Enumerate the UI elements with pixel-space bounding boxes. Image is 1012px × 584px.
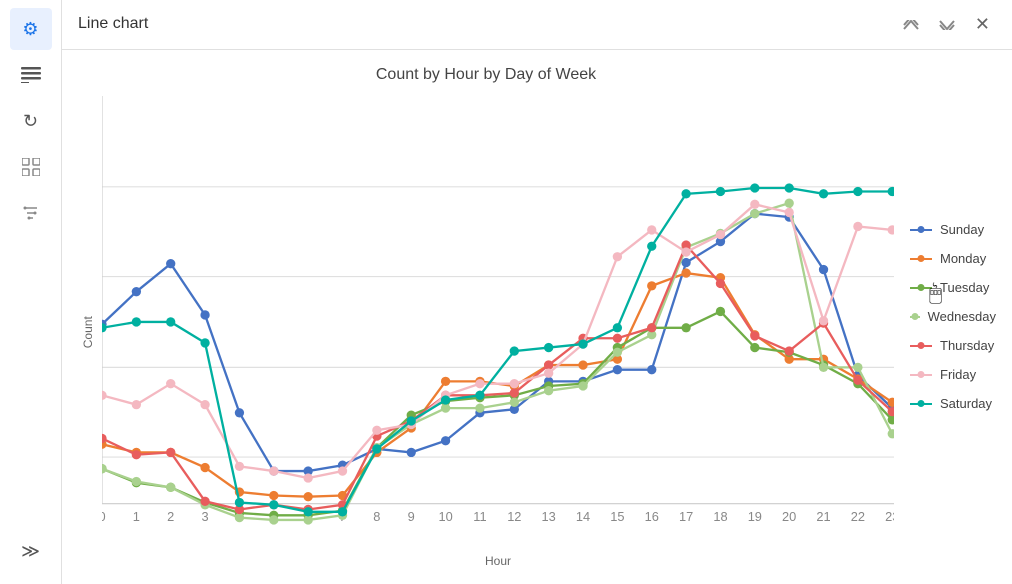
legend-item-sunday: Sunday <box>910 222 996 237</box>
sidebar-icon-list[interactable] <box>10 54 52 96</box>
header-btn-close[interactable]: ✕ <box>969 10 996 39</box>
svg-text:8: 8 <box>373 509 380 524</box>
chart-area: Count by Hour by Day of Week Count 500 <box>62 50 1012 584</box>
line-thursday <box>102 245 892 509</box>
svg-text:16: 16 <box>645 509 659 524</box>
svg-text:1: 1 <box>133 509 140 524</box>
sidebar-icon-filter[interactable] <box>10 192 52 234</box>
svg-text:10: 10 <box>438 509 452 524</box>
legend-item-thursday: Thursday <box>910 338 996 353</box>
legend-item-friday: Friday <box>910 367 996 382</box>
svg-text:2: 2 <box>167 509 174 524</box>
sidebar-icon-grid[interactable] <box>10 146 52 188</box>
chart-inner: 500 1,000 1,500 2,000 0 1 2 3 <box>102 96 894 568</box>
svg-text:14: 14 <box>576 509 590 524</box>
svg-text:9: 9 <box>408 509 415 524</box>
legend-label-tuesday: Tuesday <box>940 280 989 295</box>
sidebar-icon-settings[interactable]: ⚙ <box>10 8 52 50</box>
legend-label-friday: Friday <box>940 367 976 382</box>
legend-label-sunday: Sunday <box>940 222 984 237</box>
sidebar-icon-refresh[interactable]: ↻ <box>10 100 52 142</box>
svg-text:11: 11 <box>473 509 486 524</box>
svg-text:12: 12 <box>507 509 521 524</box>
legend-label-wednesday: Wednesday <box>928 309 996 324</box>
legend-item-saturday: Saturday <box>910 396 996 411</box>
svg-text:15: 15 <box>610 509 624 524</box>
header-btn-up[interactable] <box>897 10 925 39</box>
svg-text:23: 23 <box>885 509 894 524</box>
chart-title: Count by Hour by Day of Week <box>78 66 894 84</box>
x-axis-label: Hour <box>102 554 894 568</box>
line-friday <box>102 204 892 478</box>
legend-label-saturday: Saturday <box>940 396 992 411</box>
svg-text:0: 0 <box>102 509 106 524</box>
chart-body: Count 500 1,000 1,500 <box>78 96 894 568</box>
legend-item-wednesday: Wednesday <box>910 309 996 324</box>
sidebar: ⚙ ↻ ≫ <box>0 0 62 584</box>
main-content: Line chart ✕ Count by Hour by Day of Wee… <box>62 0 1012 584</box>
header-title: Line chart <box>78 15 897 33</box>
svg-text:3: 3 <box>202 509 209 524</box>
line-monday <box>102 273 892 497</box>
svg-text:13: 13 <box>542 509 556 524</box>
svg-text:20: 20 <box>782 509 796 524</box>
header-btn-down[interactable] <box>933 10 961 39</box>
chart-container: Count by Hour by Day of Week Count 500 <box>78 66 894 568</box>
legend-label-thursday: Thursday <box>940 338 994 353</box>
legend-item-tuesday: Tuesday <box>910 280 996 295</box>
svg-text:19: 19 <box>748 509 762 524</box>
svg-text:18: 18 <box>713 509 727 524</box>
legend-label-monday: Monday <box>940 251 986 266</box>
y-axis-label: Count <box>78 96 98 568</box>
sidebar-icon-expand[interactable]: ≫ <box>10 530 52 572</box>
svg-text:17: 17 <box>679 509 693 524</box>
legend-item-monday: Monday <box>910 251 996 266</box>
svg-text:22: 22 <box>851 509 865 524</box>
header: Line chart ✕ <box>62 0 1012 50</box>
legend: Sunday Monday Tuesday Wednesday <box>894 66 1004 568</box>
header-actions: ✕ <box>897 10 996 39</box>
chart-svg-area: 500 1,000 1,500 2,000 0 1 2 3 <box>102 96 894 550</box>
svg-text:21: 21 <box>816 509 830 524</box>
